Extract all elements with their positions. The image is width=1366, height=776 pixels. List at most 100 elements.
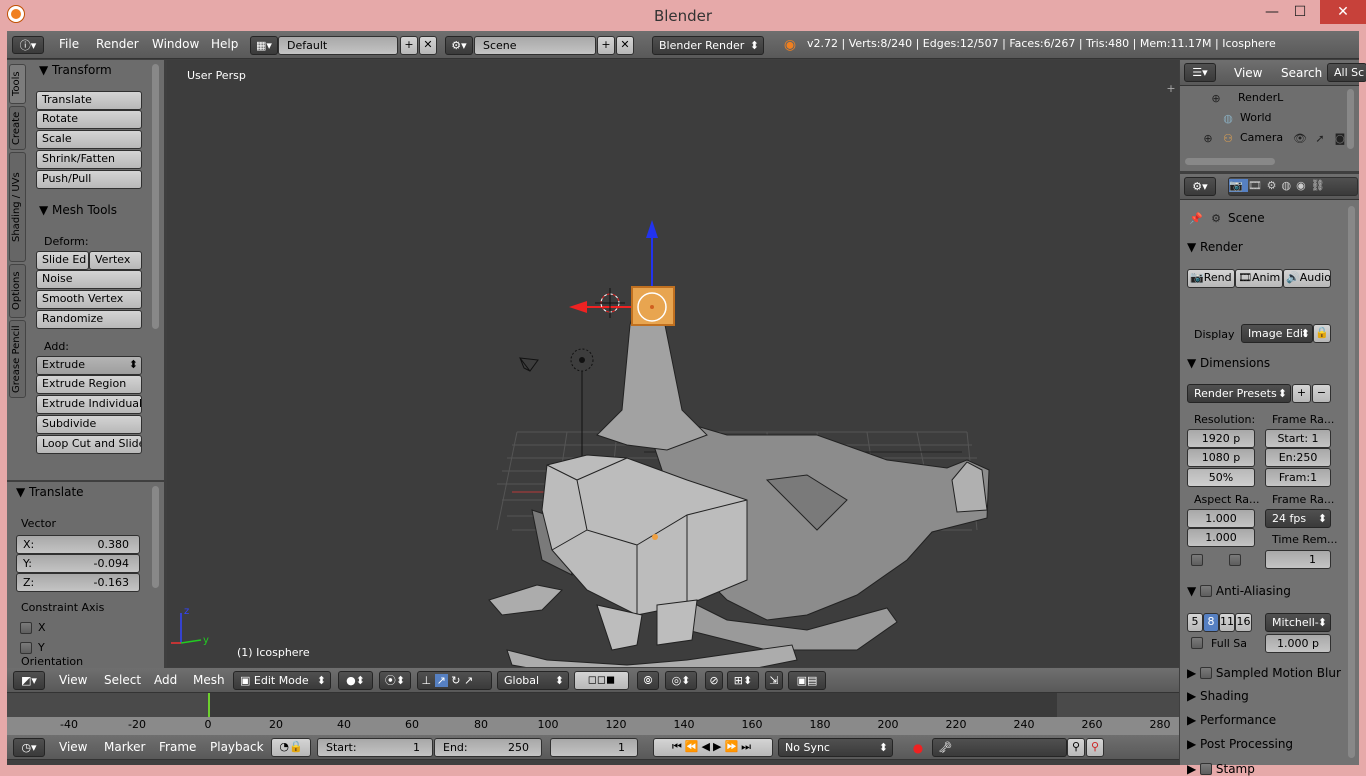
performance-panel-header[interactable]: ▶ Performance [1187,713,1276,727]
resolution-x-field[interactable]: 1920 p [1187,429,1255,448]
render-preview-icons[interactable]: ▣▤ [788,671,826,690]
scene-name-field[interactable]: Scene [474,36,596,55]
anti-aliasing-panel-header[interactable]: ▼ Anti-Aliasing [1187,583,1291,598]
crop-checkbox[interactable] [1229,554,1241,566]
layout-name-field[interactable]: Default [278,36,398,55]
preview-range-icons[interactable]: ◔🔒 [271,738,311,757]
post-processing-panel-header[interactable]: ▶ Post Processing [1187,737,1293,751]
aa-samples-11[interactable]: 11 [1219,613,1235,632]
tab-options[interactable]: Options [9,264,26,318]
timeline-menu-playback[interactable]: Playback [210,740,264,754]
start-frame-field[interactable]: Start: 1 [317,738,433,757]
transform-panel-header[interactable]: ▼ Transform [39,63,112,77]
menu-mesh[interactable]: Mesh [193,673,225,687]
editor-type-info-icon[interactable]: ⓘ▾ [12,36,44,54]
outliner-menu-view[interactable]: View [1234,66,1262,80]
motion-blur-panel-header[interactable]: ▶ Sampled Motion Blur [1187,665,1341,680]
aa-samples-5[interactable]: 5 [1187,613,1203,632]
full-sample-checkbox[interactable] [1191,637,1203,649]
tab-tools[interactable]: Tools [9,64,26,104]
render-presets-select[interactable]: Render Presets ⬍ [1187,384,1291,403]
eye-icon[interactable]: 👁 [1292,130,1308,146]
slide-vertex-button[interactable]: Vertex [89,251,142,270]
resolution-y-field[interactable]: 1080 p [1187,448,1255,467]
vector-x-field[interactable]: X: 0.380 [16,535,140,554]
render-image-button[interactable]: 📷Rend [1187,269,1235,288]
editor-type-timeline-icon[interactable]: ◷▾ [13,738,45,757]
scale-button[interactable]: Scale [36,130,142,149]
outliner-item-renderlayers[interactable]: RenderL [1238,91,1283,104]
dimensions-panel-header[interactable]: ▼ Dimensions [1187,356,1270,370]
fps-select[interactable]: 24 fps ⬍ [1265,509,1331,528]
remove-scene-icon[interactable]: ✕ [616,36,634,55]
extrude-region-button[interactable]: Extrude Region [36,375,142,394]
viewport-canvas[interactable]: z y [167,60,1179,667]
resolution-percentage-slider[interactable]: 50% [1187,468,1255,487]
render-engine-select[interactable]: Blender Render ⬍ [652,36,764,55]
motion-blur-checkbox[interactable] [1200,667,1213,679]
outliner-item-world[interactable]: World [1240,111,1272,124]
loop-cut-slide-button[interactable]: Loop Cut and Slide [36,435,142,454]
snap-element-icon[interactable]: ⊞⬍ [727,671,759,690]
menu-window[interactable]: Window [152,37,199,51]
mode-select[interactable]: ▣ Edit Mode ⬍ [233,671,331,690]
manipulator-widget[interactable] [569,220,675,326]
add-scene-icon[interactable]: + [597,36,615,55]
time-remap-field[interactable]: 1 [1265,550,1331,569]
proportional-edit-icon[interactable]: ◎⬍ [665,671,697,690]
add-layout-icon[interactable]: + [400,36,418,55]
uv-sync-icon[interactable]: ⇲ [765,671,783,690]
translate-panel-header[interactable]: ▼ Translate [16,485,84,499]
menu-add[interactable]: Add [154,673,177,687]
frame-start-field[interactable]: Start: 1 [1265,429,1331,448]
manipulator-toggle-icons[interactable]: ⊥ ↗ ↻ ↗ [417,671,492,690]
pivot-select-icon[interactable]: ⦿⬍ [379,671,411,690]
playback-controls-icons[interactable]: ⏮⏪◀▶⏩⏭ [653,738,773,757]
expand-icon[interactable]: ⊕ [1200,130,1216,146]
layout-grid-icon[interactable]: ▦▾ [250,36,278,55]
layer-visibility-icons[interactable]: ◻◻◼ [574,671,629,690]
outliner-vscrollbar[interactable] [1347,89,1354,149]
frame-step-field[interactable]: Fram:1 [1265,468,1331,487]
noise-button[interactable]: Noise [36,270,142,289]
shrink-fatten-button[interactable]: Shrink/Fatten [36,150,142,169]
shading-select-icon[interactable]: ●⬍ [338,671,373,690]
operator-panel-scrollbar[interactable] [152,486,159,588]
selected-vertex[interactable] [652,534,658,540]
aa-filter-select[interactable]: Mitchell- ⬍ [1265,613,1331,632]
subdivide-button[interactable]: Subdivide [36,415,142,434]
extrude-individual-button[interactable]: Extrude Individual [36,395,142,414]
aspect-x-field[interactable]: 1.000 [1187,509,1255,528]
timeline-menu-frame[interactable]: Frame [159,740,196,754]
3d-viewport[interactable]: User Persp (1) Icosphere z y + [167,60,1179,667]
vector-y-field[interactable]: Y: -0.094 [16,554,140,573]
timeline-ruler[interactable]: -40 -20 0 20 40 60 80 100 120 140 160 18… [7,717,1179,735]
translate-button[interactable]: Translate [36,91,142,110]
render-panel-header[interactable]: ▼ Render [1187,240,1243,254]
outliner-item-camera[interactable]: Camera [1240,131,1283,144]
insert-keyframe-icon[interactable]: ⚲ [1067,738,1085,757]
vector-z-field[interactable]: Z: -0.163 [16,573,140,592]
menu-view[interactable]: View [59,673,87,687]
render-audio-button[interactable]: 🔊Audio [1283,269,1331,288]
properties-scrollbar[interactable] [1348,206,1355,758]
timeline-area[interactable]: -40 -20 0 20 40 60 80 100 120 140 160 18… [7,693,1179,735]
render-camera-icon[interactable]: ◙ [1332,130,1348,146]
menu-render[interactable]: Render [96,37,139,51]
timeline-track[interactable] [7,693,1179,717]
occlude-geometry-icon[interactable]: ⦾ [637,671,659,690]
tab-shading-uvs[interactable]: Shading / UVs [9,152,26,262]
timeline-menu-view[interactable]: View [59,740,87,754]
extrude-dropdown[interactable]: Extrude ⬍ [36,356,142,375]
aspect-y-field[interactable]: 1.000 [1187,528,1255,547]
lock-interface-icon[interactable]: 🔒 [1313,324,1331,343]
editor-type-properties-icon[interactable]: ⚙▾ [1184,177,1216,196]
transform-orientation-select[interactable]: Global ⬍ [497,671,569,690]
remove-preset-icon[interactable]: − [1312,384,1331,403]
delete-keyframe-icon[interactable]: ⚲ [1086,738,1104,757]
sync-mode-select[interactable]: No Sync ⬍ [778,738,893,757]
properties-context-tabs[interactable]: 📷🎞⚙◍◉⛓ [1228,177,1358,196]
outliner-tree[interactable]: ⊕ RenderL ◍ World ⊕ ⚇ Camera 👁 ➚ ◙ [1180,86,1359,171]
constraint-x-checkbox[interactable] [20,622,32,634]
current-frame-field[interactable]: 1 [550,738,638,757]
